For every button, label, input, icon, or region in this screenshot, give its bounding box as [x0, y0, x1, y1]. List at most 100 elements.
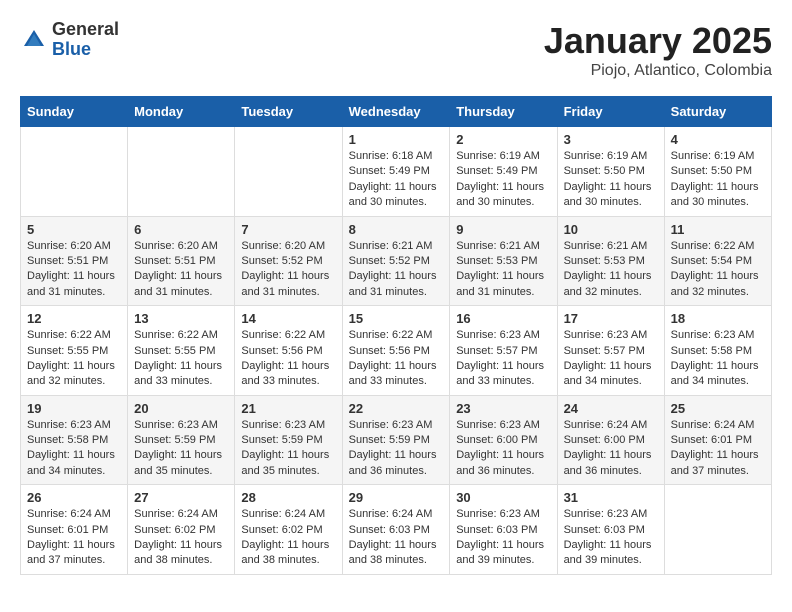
- day-info: Sunrise: 6:24 AM Sunset: 6:00 PM Dayligh…: [564, 418, 658, 480]
- calendar-body: 1 Sunrise: 6:18 AM Sunset: 5:49 PM Daylig…: [21, 127, 772, 575]
- calendar-table: SundayMondayTuesdayWednesdayThursdayFrid…: [20, 96, 772, 575]
- day-info: Sunrise: 6:23 AM Sunset: 5:57 PM Dayligh…: [456, 328, 550, 390]
- calendar-cell: 2 Sunrise: 6:19 AM Sunset: 5:49 PM Daylig…: [450, 127, 557, 217]
- day-info: Sunrise: 6:19 AM Sunset: 5:49 PM Dayligh…: [456, 149, 550, 211]
- day-number: 24: [564, 401, 658, 416]
- header-day-sunday: Sunday: [21, 97, 128, 127]
- calendar-cell: 27 Sunrise: 6:24 AM Sunset: 6:02 PM Dayli…: [128, 485, 235, 575]
- day-info: Sunrise: 6:24 AM Sunset: 6:01 PM Dayligh…: [27, 507, 121, 569]
- day-number: 16: [456, 311, 550, 326]
- header-day-wednesday: Wednesday: [342, 97, 450, 127]
- day-number: 21: [241, 401, 335, 416]
- day-info: Sunrise: 6:23 AM Sunset: 5:59 PM Dayligh…: [134, 418, 228, 480]
- week-row-5: 26 Sunrise: 6:24 AM Sunset: 6:01 PM Dayli…: [21, 485, 772, 575]
- day-info: Sunrise: 6:22 AM Sunset: 5:56 PM Dayligh…: [241, 328, 335, 390]
- calendar-cell: 17 Sunrise: 6:23 AM Sunset: 5:57 PM Dayli…: [557, 306, 664, 396]
- day-number: 2: [456, 132, 550, 147]
- logo-blue: Blue: [52, 40, 119, 60]
- day-info: Sunrise: 6:22 AM Sunset: 5:55 PM Dayligh…: [134, 328, 228, 390]
- calendar-cell: 24 Sunrise: 6:24 AM Sunset: 6:00 PM Dayli…: [557, 395, 664, 485]
- day-info: Sunrise: 6:24 AM Sunset: 6:03 PM Dayligh…: [349, 507, 444, 569]
- day-info: Sunrise: 6:23 AM Sunset: 5:59 PM Dayligh…: [349, 418, 444, 480]
- day-number: 10: [564, 222, 658, 237]
- calendar-cell: 22 Sunrise: 6:23 AM Sunset: 5:59 PM Dayli…: [342, 395, 450, 485]
- calendar-cell: 23Sunrise: 6:23 AM Sunset: 6:00 PM Dayli…: [450, 395, 557, 485]
- day-number: 8: [349, 222, 444, 237]
- day-info: Sunrise: 6:24 AM Sunset: 6:02 PM Dayligh…: [241, 507, 335, 569]
- day-info: Sunrise: 6:21 AM Sunset: 5:53 PM Dayligh…: [456, 239, 550, 301]
- day-info: Sunrise: 6:19 AM Sunset: 5:50 PM Dayligh…: [671, 149, 765, 211]
- day-info: Sunrise: 6:23 AM Sunset: 6:03 PM Dayligh…: [456, 507, 550, 569]
- calendar-cell: 3 Sunrise: 6:19 AM Sunset: 5:50 PM Daylig…: [557, 127, 664, 217]
- calendar-cell: 5 Sunrise: 6:20 AM Sunset: 5:51 PM Daylig…: [21, 216, 128, 306]
- day-number: 26: [27, 490, 121, 505]
- day-info: Sunrise: 6:21 AM Sunset: 5:53 PM Dayligh…: [564, 239, 658, 301]
- calendar-cell: 11Sunrise: 6:22 AM Sunset: 5:54 PM Dayli…: [664, 216, 771, 306]
- day-info: Sunrise: 6:24 AM Sunset: 6:01 PM Dayligh…: [671, 418, 765, 480]
- header-day-thursday: Thursday: [450, 97, 557, 127]
- day-number: 13: [134, 311, 228, 326]
- logo-text: General Blue: [52, 20, 119, 60]
- day-info: Sunrise: 6:20 AM Sunset: 5:51 PM Dayligh…: [27, 239, 121, 301]
- day-number: 23: [456, 401, 550, 416]
- calendar-cell: 13 Sunrise: 6:22 AM Sunset: 5:55 PM Dayli…: [128, 306, 235, 396]
- calendar-cell: 25 Sunrise: 6:24 AM Sunset: 6:01 PM Dayli…: [664, 395, 771, 485]
- calendar-cell: [128, 127, 235, 217]
- calendar-cell: 7 Sunrise: 6:20 AM Sunset: 5:52 PM Daylig…: [235, 216, 342, 306]
- day-number: 27: [134, 490, 228, 505]
- calendar-cell: 16 Sunrise: 6:23 AM Sunset: 5:57 PM Dayli…: [450, 306, 557, 396]
- calendar-cell: 4 Sunrise: 6:19 AM Sunset: 5:50 PM Daylig…: [664, 127, 771, 217]
- calendar-header: SundayMondayTuesdayWednesdayThursdayFrid…: [21, 97, 772, 127]
- day-number: 15: [349, 311, 444, 326]
- logo: General Blue: [20, 20, 119, 60]
- calendar-cell: [664, 485, 771, 575]
- day-info: Sunrise: 6:22 AM Sunset: 5:54 PM Dayligh…: [671, 239, 765, 301]
- calendar-cell: 31 Sunrise: 6:23 AM Sunset: 6:03 PM Dayli…: [557, 485, 664, 575]
- day-number: 18: [671, 311, 765, 326]
- day-info: Sunrise: 6:20 AM Sunset: 5:52 PM Dayligh…: [241, 239, 335, 301]
- day-number: 12: [27, 311, 121, 326]
- day-number: 4: [671, 132, 765, 147]
- day-number: 5: [27, 222, 121, 237]
- day-info: Sunrise: 6:20 AM Sunset: 5:51 PM Dayligh…: [134, 239, 228, 301]
- header-day-monday: Monday: [128, 97, 235, 127]
- day-number: 17: [564, 311, 658, 326]
- day-info: Sunrise: 6:23 AM Sunset: 6:03 PM Dayligh…: [564, 507, 658, 569]
- calendar-cell: 29Sunrise: 6:24 AM Sunset: 6:03 PM Dayli…: [342, 485, 450, 575]
- calendar-title: January 2025: [544, 20, 772, 62]
- day-number: 25: [671, 401, 765, 416]
- day-info: Sunrise: 6:18 AM Sunset: 5:49 PM Dayligh…: [349, 149, 444, 211]
- day-number: 22: [349, 401, 444, 416]
- day-info: Sunrise: 6:19 AM Sunset: 5:50 PM Dayligh…: [564, 149, 658, 211]
- calendar-cell: 18 Sunrise: 6:23 AM Sunset: 5:58 PM Dayli…: [664, 306, 771, 396]
- day-info: Sunrise: 6:23 AM Sunset: 5:59 PM Dayligh…: [241, 418, 335, 480]
- day-info: Sunrise: 6:24 AM Sunset: 6:02 PM Dayligh…: [134, 507, 228, 569]
- day-number: 1: [349, 132, 444, 147]
- day-info: Sunrise: 6:23 AM Sunset: 5:58 PM Dayligh…: [671, 328, 765, 390]
- week-row-2: 5 Sunrise: 6:20 AM Sunset: 5:51 PM Daylig…: [21, 216, 772, 306]
- calendar-cell: 26 Sunrise: 6:24 AM Sunset: 6:01 PM Dayli…: [21, 485, 128, 575]
- calendar-cell: 19 Sunrise: 6:23 AM Sunset: 5:58 PM Dayli…: [21, 395, 128, 485]
- calendar-subtitle: Piojo, Atlantico, Colombia: [544, 62, 772, 80]
- day-info: Sunrise: 6:23 AM Sunset: 5:57 PM Dayligh…: [564, 328, 658, 390]
- header-day-friday: Friday: [557, 97, 664, 127]
- day-number: 19: [27, 401, 121, 416]
- title-block: January 2025 Piojo, Atlantico, Colombia: [544, 20, 772, 80]
- logo-general: General: [52, 20, 119, 40]
- calendar-cell: 30 Sunrise: 6:23 AM Sunset: 6:03 PM Dayli…: [450, 485, 557, 575]
- calendar-cell: 15Sunrise: 6:22 AM Sunset: 5:56 PM Dayli…: [342, 306, 450, 396]
- calendar-cell: 1 Sunrise: 6:18 AM Sunset: 5:49 PM Daylig…: [342, 127, 450, 217]
- day-info: Sunrise: 6:22 AM Sunset: 5:55 PM Dayligh…: [27, 328, 121, 390]
- header-day-saturday: Saturday: [664, 97, 771, 127]
- day-number: 31: [564, 490, 658, 505]
- calendar-cell: [21, 127, 128, 217]
- day-number: 7: [241, 222, 335, 237]
- calendar-cell: 8Sunrise: 6:21 AM Sunset: 5:52 PM Daylig…: [342, 216, 450, 306]
- day-number: 3: [564, 132, 658, 147]
- header-row: SundayMondayTuesdayWednesdayThursdayFrid…: [21, 97, 772, 127]
- calendar-cell: 20Sunrise: 6:23 AM Sunset: 5:59 PM Dayli…: [128, 395, 235, 485]
- day-number: 30: [456, 490, 550, 505]
- day-info: Sunrise: 6:23 AM Sunset: 5:58 PM Dayligh…: [27, 418, 121, 480]
- calendar-cell: 9Sunrise: 6:21 AM Sunset: 5:53 PM Daylig…: [450, 216, 557, 306]
- day-number: 6: [134, 222, 228, 237]
